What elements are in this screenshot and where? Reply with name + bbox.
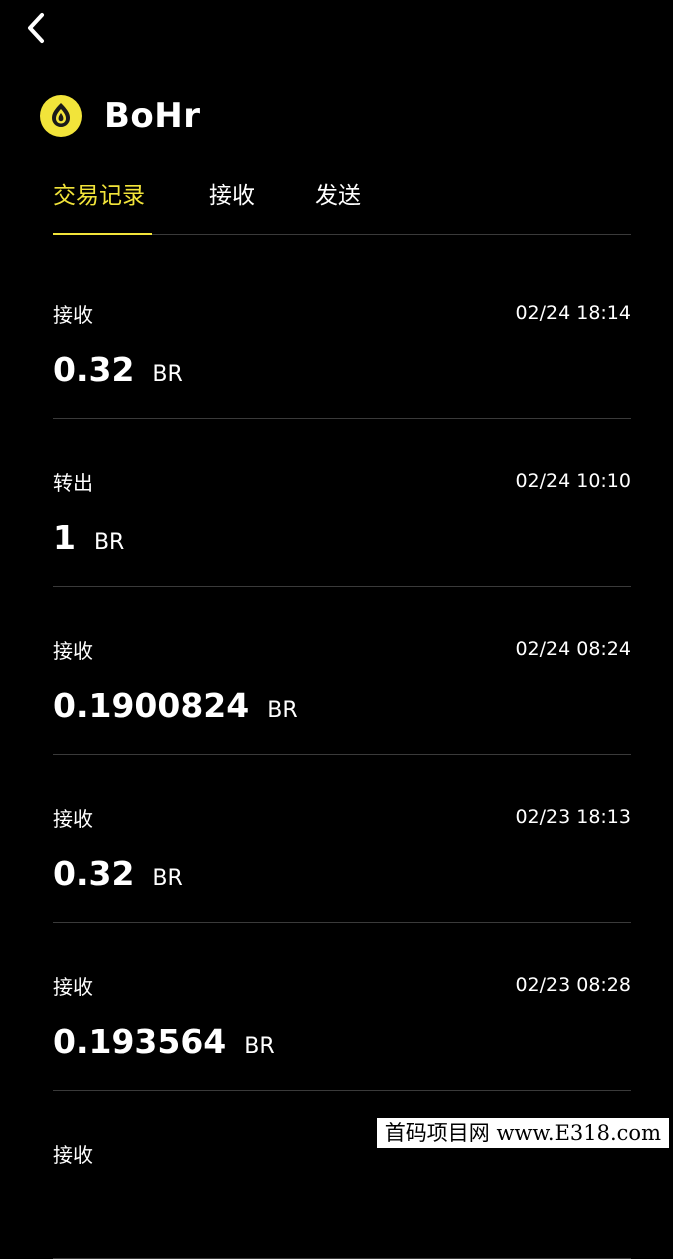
- transaction-list: 接收 02/24 18:14 0.32 BR 转出 02/24 10:10 1 …: [53, 251, 631, 1259]
- transaction-time: 02/24 18:14: [515, 302, 631, 324]
- tab-receive[interactable]: 接收: [209, 176, 255, 210]
- transaction-amount-group: 1 BR: [53, 518, 124, 557]
- transaction-time: 02/24 08:24: [515, 638, 631, 660]
- transaction-type: 接收: [53, 639, 93, 663]
- transaction-row[interactable]: 接收 02/23 18:13 0.32 BR: [53, 755, 631, 923]
- tab-transaction-history[interactable]: 交易记录: [53, 176, 145, 210]
- transaction-type: 接收: [53, 807, 93, 831]
- transaction-row[interactable]: 接收 02/24 18:14 0.32 BR: [53, 251, 631, 419]
- tab-send[interactable]: 发送: [315, 176, 361, 210]
- back-button[interactable]: [18, 8, 54, 48]
- transaction-amount: 0.193564: [53, 1022, 227, 1061]
- transaction-type: 转出: [53, 471, 93, 495]
- transaction-type: 接收: [53, 1143, 93, 1167]
- wallet-header: BoHr: [40, 94, 201, 138]
- transaction-row[interactable]: 接收 02/23 08:28 0.193564 BR: [53, 923, 631, 1091]
- transaction-unit: BR: [93, 530, 125, 555]
- transaction-time: 02/23 18:13: [515, 806, 631, 828]
- transaction-amount-group: 0.32 BR: [53, 350, 183, 389]
- transaction-type: 接收: [53, 303, 93, 327]
- chevron-left-icon: [28, 13, 44, 43]
- watermark-label: 首码项目网 www.E318.com: [376, 1118, 669, 1148]
- transaction-unit: BR: [267, 698, 298, 723]
- transaction-unit: BR: [152, 362, 183, 387]
- transaction-row[interactable]: 接收: [53, 1091, 631, 1259]
- transaction-amount-group: 0.32 BR: [53, 854, 183, 893]
- transaction-row[interactable]: 转出 02/24 10:10 1 BR: [53, 419, 631, 587]
- app-title: BoHr: [104, 96, 201, 136]
- transaction-time: 02/23 08:28: [515, 974, 631, 996]
- transaction-type: 接收: [53, 975, 93, 999]
- transaction-amount-group: 0.193564 BR: [53, 1022, 275, 1061]
- transaction-row[interactable]: 接收 02/24 08:24 0.1900824 BR: [53, 587, 631, 755]
- transaction-amount-group: 0.1900824 BR: [53, 686, 298, 725]
- transaction-amount: 0.1900824: [53, 686, 250, 725]
- transaction-time: 02/24 10:10: [515, 470, 631, 492]
- transaction-amount: 1: [53, 518, 76, 557]
- transaction-unit: BR: [244, 1034, 275, 1059]
- tab-bar: 交易记录 接收 发送: [53, 172, 631, 235]
- transaction-amount: 0.32: [53, 854, 135, 893]
- transaction-unit: BR: [152, 866, 183, 891]
- active-tab-indicator: [53, 233, 152, 235]
- bohr-logo-icon: [40, 95, 82, 137]
- transaction-amount: 0.32: [53, 350, 135, 389]
